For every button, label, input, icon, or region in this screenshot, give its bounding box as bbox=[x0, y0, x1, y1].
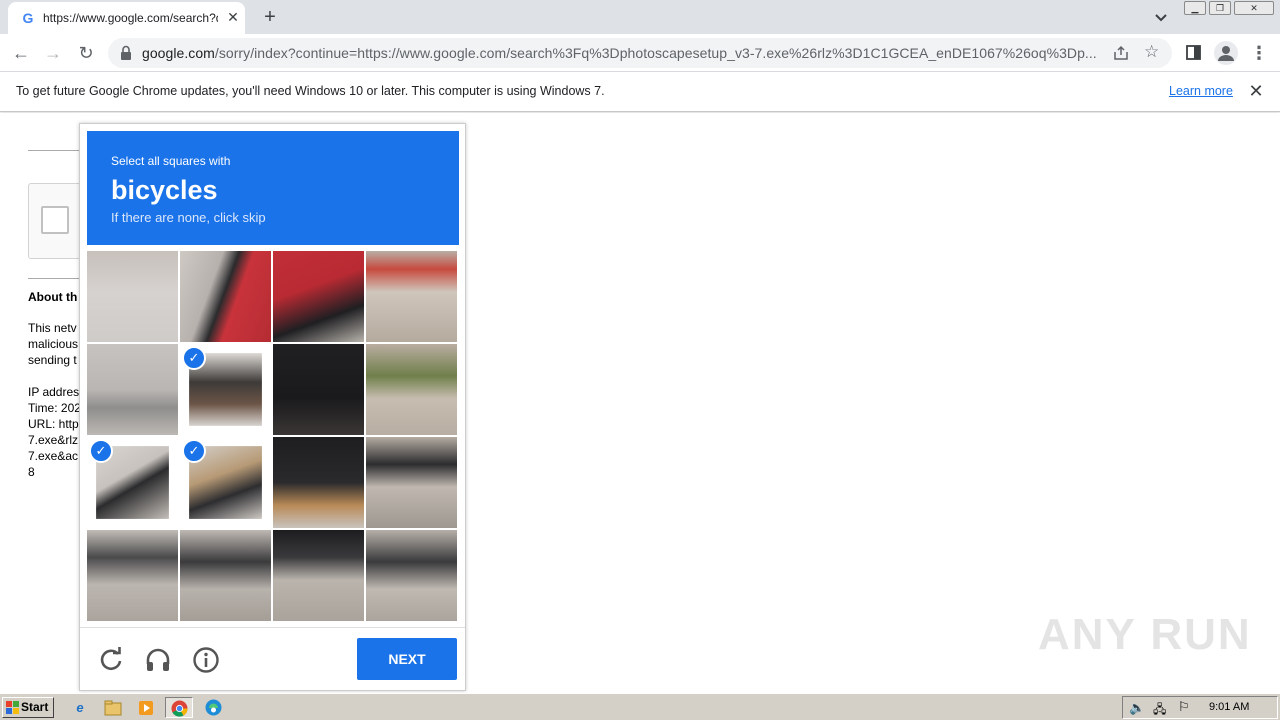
reload-challenge-icon[interactable] bbox=[97, 646, 125, 674]
share-icon[interactable] bbox=[1113, 45, 1129, 61]
challenge-tile[interactable]: ✓ bbox=[87, 437, 178, 528]
bookmark-star-icon[interactable]: ☆ bbox=[1144, 42, 1159, 62]
close-window-icon[interactable]: ✕ bbox=[1234, 1, 1274, 15]
challenge-tile[interactable] bbox=[273, 437, 364, 528]
tile-image bbox=[87, 251, 178, 342]
page-detail-line: 7.exe&rlz bbox=[28, 433, 79, 447]
page-paragraph-line: malicious bbox=[28, 337, 79, 351]
system-tray: 🔈 🖧 ⚐ 9:01 AM bbox=[1122, 696, 1278, 719]
tile-image bbox=[273, 437, 364, 528]
windows-logo-icon bbox=[6, 701, 19, 714]
infobar-close-icon[interactable]: ✕ bbox=[1246, 81, 1266, 101]
url-path: /sorry/index?continue=https://www.google… bbox=[214, 45, 1097, 61]
side-panel-icon[interactable] bbox=[1186, 45, 1201, 60]
start-label: Start bbox=[21, 700, 49, 714]
taskbar-clock[interactable]: 9:01 AM bbox=[1209, 701, 1249, 713]
page-detail-line: 8 bbox=[28, 465, 35, 479]
tile-image bbox=[87, 530, 178, 621]
edge-browser-icon[interactable] bbox=[199, 697, 227, 718]
page-detail-line: Time: 202 bbox=[28, 401, 81, 415]
tile-image bbox=[273, 251, 364, 342]
infobar-message: To get future Google Chrome updates, you… bbox=[16, 84, 605, 98]
volume-icon[interactable]: 🔈 bbox=[1129, 700, 1145, 716]
update-infobar: To get future Google Chrome updates, you… bbox=[0, 72, 1280, 112]
file-explorer-icon[interactable] bbox=[99, 697, 127, 718]
back-arrow-icon[interactable]: ← bbox=[8, 40, 34, 66]
tab-strip: G https://www.google.com/search?q= ✕ + ▁… bbox=[0, 0, 1280, 34]
anyrun-watermark: ANY RUN bbox=[1038, 610, 1252, 659]
challenge-tile[interactable] bbox=[87, 251, 178, 342]
help-info-icon[interactable] bbox=[192, 646, 220, 674]
tile-image bbox=[87, 344, 178, 435]
challenge-tile[interactable] bbox=[366, 344, 457, 435]
challenge-tile[interactable] bbox=[180, 251, 271, 342]
lock-icon[interactable] bbox=[120, 45, 132, 61]
action-center-flag-icon[interactable]: ⚐ bbox=[1178, 699, 1190, 715]
tile-image bbox=[366, 437, 457, 528]
tab-title: https://www.google.com/search?q= bbox=[43, 11, 218, 25]
challenge-tile[interactable]: ✓ bbox=[180, 437, 271, 528]
recaptcha-checkbox[interactable] bbox=[41, 206, 69, 234]
restore-window-icon[interactable]: ❐ bbox=[1209, 1, 1231, 15]
challenge-tile[interactable] bbox=[273, 251, 364, 342]
learn-more-link[interactable]: Learn more bbox=[1169, 84, 1233, 98]
challenge-tile[interactable] bbox=[273, 530, 364, 621]
challenge-tile[interactable] bbox=[180, 530, 271, 621]
tile-image bbox=[366, 344, 457, 435]
google-favicon-icon: G bbox=[22, 10, 34, 26]
forward-arrow-icon[interactable]: → bbox=[40, 40, 66, 66]
url-host: google.com bbox=[142, 45, 215, 61]
challenge-tile[interactable]: ✓ bbox=[180, 344, 271, 435]
tile-image bbox=[366, 530, 457, 621]
windows-taskbar: Start e 🔈 🖧 ⚐ 9:01 AM bbox=[0, 693, 1280, 720]
menu-kebab-icon[interactable]: ⋮ bbox=[1246, 40, 1272, 66]
challenge-hint: If there are none, click skip bbox=[111, 210, 266, 225]
tile-image bbox=[366, 251, 457, 342]
start-button[interactable]: Start bbox=[2, 697, 54, 718]
reload-icon[interactable]: ↻ bbox=[73, 40, 99, 66]
media-player-icon[interactable] bbox=[132, 697, 160, 718]
tile-selected-check-icon: ✓ bbox=[182, 346, 206, 370]
url-text[interactable]: google.com/sorry/index?continue=https://… bbox=[142, 45, 1102, 61]
browser-toolbar: ← → ↻ google.com/sorry/index?continue=ht… bbox=[0, 34, 1280, 72]
tile-image bbox=[273, 530, 364, 621]
tab-search-chevron-icon[interactable] bbox=[1152, 8, 1170, 26]
tile-image bbox=[273, 344, 364, 435]
page-detail-line: 7.exe&ac bbox=[28, 449, 79, 463]
network-icon[interactable]: 🖧 bbox=[1153, 700, 1166, 721]
tab-close-icon[interactable]: ✕ bbox=[224, 8, 242, 26]
audio-challenge-headphones-icon[interactable] bbox=[144, 646, 172, 674]
next-button[interactable]: NEXT bbox=[357, 638, 457, 680]
page-paragraph-line: This netv bbox=[28, 321, 77, 335]
challenge-tile[interactable] bbox=[273, 344, 364, 435]
challenge-tile[interactable] bbox=[87, 344, 178, 435]
challenge-target: bicycles bbox=[111, 175, 218, 205]
internet-explorer-icon[interactable]: e bbox=[66, 697, 94, 718]
challenge-tile[interactable] bbox=[366, 251, 457, 342]
chrome-taskbar-icon[interactable] bbox=[165, 697, 193, 718]
challenge-header: Select all squares with bicycles If ther… bbox=[87, 131, 459, 245]
tile-image bbox=[180, 251, 271, 342]
challenge-image-grid: ✓ ✓ ✓ bbox=[87, 251, 459, 623]
recaptcha-challenge: Select all squares with bicycles If ther… bbox=[79, 123, 466, 691]
tile-image bbox=[180, 530, 271, 621]
address-bar[interactable]: google.com/sorry/index?continue=https://… bbox=[108, 38, 1172, 68]
challenge-tile[interactable] bbox=[366, 437, 457, 528]
about-heading: About th bbox=[28, 290, 78, 304]
challenge-prompt: Select all squares with bbox=[111, 154, 231, 168]
page-detail-line: URL: http bbox=[28, 417, 79, 431]
profile-avatar-icon[interactable] bbox=[1214, 41, 1238, 65]
challenge-tile[interactable] bbox=[366, 530, 457, 621]
tile-selected-check-icon: ✓ bbox=[182, 439, 206, 463]
browser-tab[interactable]: G https://www.google.com/search?q= ✕ bbox=[8, 2, 245, 34]
page-paragraph-line: sending t bbox=[28, 353, 77, 367]
tile-selected-check-icon: ✓ bbox=[89, 439, 113, 463]
page-detail-line: IP addres bbox=[28, 385, 80, 399]
footer-divider bbox=[80, 627, 465, 628]
minimize-window-icon[interactable]: ▁ bbox=[1184, 1, 1206, 15]
new-tab-icon[interactable]: + bbox=[259, 6, 281, 28]
challenge-tile[interactable] bbox=[87, 530, 178, 621]
